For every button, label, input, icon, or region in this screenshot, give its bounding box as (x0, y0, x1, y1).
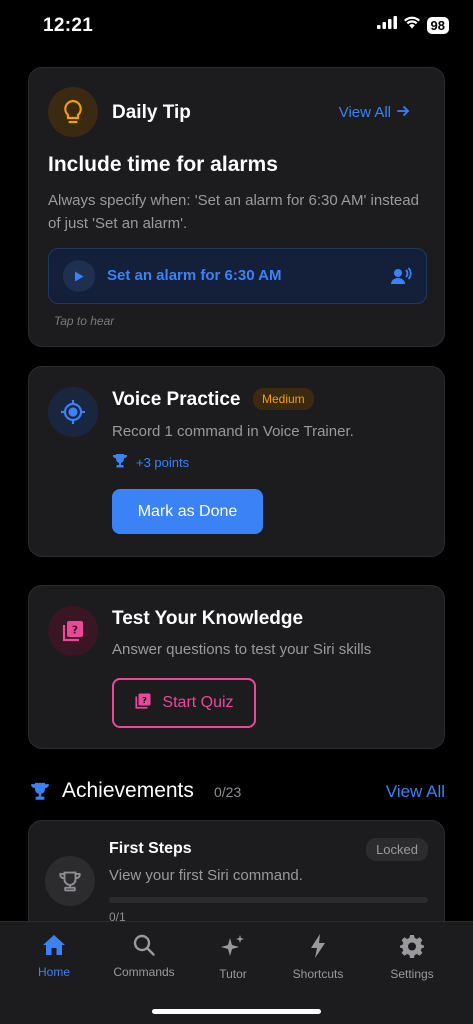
tap-to-hear-hint: Tap to hear (54, 314, 115, 328)
daily-tip-header: Daily Tip (112, 102, 191, 123)
achievements-count: 0/23 (214, 784, 242, 800)
status-time: 12:21 (43, 15, 94, 36)
quiz-button-icon: ? (134, 692, 152, 715)
status-indicators: 98 (376, 16, 449, 34)
achievements-title: Achievements (62, 779, 194, 802)
tip-title: Include time for alarms (48, 153, 278, 176)
voice-practice-description: Record 1 command in Voice Trainer. (112, 423, 354, 440)
daily-tip-card: Daily Tip View All Include time for alar… (28, 67, 445, 347)
tab-settings[interactable]: Settings (367, 934, 457, 981)
quiz-icon: ? (48, 606, 98, 656)
tip-view-all-link[interactable]: View All (339, 104, 410, 121)
wifi-icon (403, 16, 421, 34)
tab-home-label: Home (37, 965, 70, 979)
tab-shortcuts-label: Shortcuts (292, 967, 344, 981)
start-quiz-label: Start Quiz (162, 694, 234, 711)
mark-as-done-button[interactable]: Mark as Done (112, 489, 263, 534)
tab-settings-label: Settings (390, 967, 434, 981)
tip-description: Always specify when: 'Set an alarm for 6… (48, 192, 419, 232)
bolt-icon (310, 934, 326, 961)
voice-practice-card: Voice Practice Medium Record 1 command i… (28, 366, 445, 557)
target-icon (48, 387, 98, 437)
arrow-right-icon (397, 104, 410, 121)
voice-speaker-icon (390, 266, 412, 291)
achievement-progress-bar (109, 897, 428, 903)
signal-icon (376, 16, 397, 34)
svg-text:?: ? (72, 624, 78, 637)
trophy-icon (112, 453, 128, 471)
tab-tutor-label: Tutor (219, 967, 247, 981)
trophy-icon (30, 781, 50, 806)
quiz-title: Test Your Knowledge (112, 608, 304, 629)
locked-badge: Locked (366, 838, 428, 861)
achievement-description: View your first Siri command. (109, 867, 303, 884)
quiz-description: Answer questions to test your Siri skill… (112, 641, 372, 658)
tab-tutor[interactable]: Tutor (188, 934, 278, 981)
voice-practice-title: Voice Practice (112, 389, 241, 410)
svg-text:?: ? (143, 694, 148, 704)
tab-commands-label: Commands (113, 965, 175, 979)
points-label: +3 points (136, 454, 190, 470)
start-quiz-button[interactable]: ? Start Quiz (112, 678, 256, 728)
quiz-card: ? Test Your Knowledge Answer questions t… (28, 585, 445, 749)
trophy-outline-icon (45, 856, 95, 906)
status-bar: 12:21 98 (0, 0, 473, 52)
points-reward: +3 points (112, 453, 189, 471)
tip-example-play-button[interactable]: Set an alarm for 6:30 AM (48, 248, 427, 304)
gear-icon (400, 934, 424, 961)
home-indicator[interactable] (152, 1009, 321, 1014)
difficulty-badge: Medium (253, 388, 314, 410)
play-icon (63, 260, 95, 292)
achievement-title: First Steps (109, 840, 192, 857)
battery-indicator: 98 (426, 16, 449, 34)
sparkles-icon (221, 934, 245, 961)
achievements-view-all-link[interactable]: View All (386, 782, 445, 802)
achievements-header: Achievements 0/23 View All (30, 779, 445, 805)
home-icon (42, 934, 66, 959)
tip-view-all-label: View All (338, 104, 391, 121)
search-icon (133, 934, 155, 959)
tab-shortcuts[interactable]: Shortcuts (273, 934, 363, 981)
tab-home[interactable]: Home (9, 934, 99, 979)
tip-example-text: Set an alarm for 6:30 AM (107, 267, 282, 284)
tab-commands[interactable]: Commands (99, 934, 189, 979)
lightbulb-icon (48, 87, 98, 137)
